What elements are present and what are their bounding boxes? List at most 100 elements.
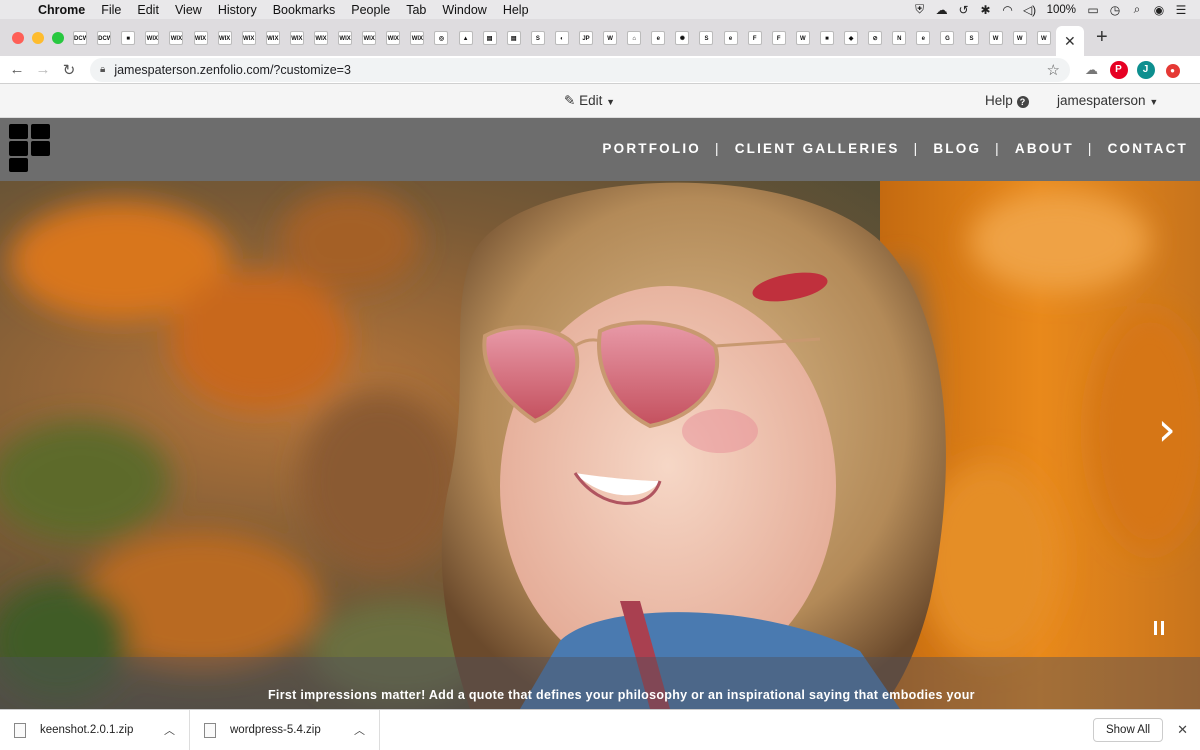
browser-tab[interactable]: F xyxy=(743,25,767,51)
extension-pinterest-icon[interactable]: P xyxy=(1105,60,1132,79)
menu-help[interactable]: Help xyxy=(495,3,537,17)
browser-tab[interactable]: WIX xyxy=(405,25,429,51)
browser-tab[interactable]: W xyxy=(984,25,1008,51)
notification-center-icon[interactable]: ☰ xyxy=(1170,3,1192,17)
nav-client-galleries[interactable]: CLIENT GALLERIES xyxy=(735,141,900,156)
shield-icon[interactable]: ⛨ xyxy=(909,2,931,17)
menu-tab[interactable]: Tab xyxy=(398,3,434,17)
download-item[interactable]: wordpress-5.4.zip ︿ xyxy=(190,709,380,750)
battery-icon[interactable]: ▭ xyxy=(1082,3,1104,17)
browser-tab[interactable]: e xyxy=(911,25,935,51)
browser-tab[interactable]: ▤ xyxy=(478,25,502,51)
browser-tab[interactable]: WIX xyxy=(357,25,381,51)
browser-tab[interactable]: WIX xyxy=(164,25,188,51)
bluetooth-icon[interactable]: ✱ xyxy=(975,3,997,17)
chevron-up-icon[interactable]: ︿ xyxy=(164,722,175,738)
menu-people[interactable]: People xyxy=(343,3,398,17)
browser-tab[interactable]: ▤ xyxy=(502,25,526,51)
nav-about[interactable]: ABOUT xyxy=(1015,141,1074,156)
browser-tab[interactable]: ◆ xyxy=(839,25,863,51)
profile-avatar[interactable]: J xyxy=(1132,60,1159,79)
spotlight-search-icon[interactable]: ⌕ xyxy=(1126,2,1148,17)
minimize-window-button[interactable] xyxy=(32,31,44,44)
menu-file[interactable]: File xyxy=(93,3,129,17)
edit-menu-button[interactable]: ✎ Edit ▼ xyxy=(564,93,615,109)
next-slide-chevron-icon[interactable]: › xyxy=(1158,406,1176,452)
browser-tab[interactable]: G xyxy=(935,25,959,51)
close-tab-icon[interactable]: ✕ xyxy=(1064,33,1076,50)
volume-icon[interactable]: ◁) xyxy=(1019,3,1041,17)
nav-contact[interactable]: CONTACT xyxy=(1108,141,1188,156)
menu-history[interactable]: History xyxy=(210,3,265,17)
menu-bookmarks[interactable]: Bookmarks xyxy=(265,3,344,17)
user-account-menu[interactable]: jamespaterson ▼ xyxy=(1057,93,1158,108)
browser-tab[interactable]: DCW xyxy=(92,25,116,51)
address-bar[interactable]: 🔒︎ jamespaterson.zenfolio.com/?customize… xyxy=(90,57,1070,82)
tab-favicon-icon: ◎ xyxy=(434,30,449,45)
time-machine-icon[interactable]: ↺ xyxy=(953,3,975,17)
active-tab[interactable]: ✕ xyxy=(1055,26,1084,56)
browser-tab[interactable]: ◐ xyxy=(550,25,574,51)
browser-tab[interactable]: WIX xyxy=(237,25,261,51)
browser-tab[interactable]: S xyxy=(694,25,718,51)
url-text[interactable]: jamespaterson.zenfolio.com/?customize=3 xyxy=(114,63,1046,77)
help-button[interactable]: Help ? xyxy=(985,93,1029,108)
browser-tab[interactable]: e xyxy=(646,25,670,51)
browser-tab[interactable]: W xyxy=(1008,25,1032,51)
browser-tab[interactable]: ◎ xyxy=(429,25,453,51)
browser-tab[interactable]: WIX xyxy=(285,25,309,51)
browser-tab[interactable]: WIX xyxy=(381,25,405,51)
menu-window[interactable]: Window xyxy=(434,3,494,17)
nav-blog[interactable]: BLOG xyxy=(933,141,981,156)
wifi-icon[interactable]: ◠ xyxy=(997,3,1019,17)
browser-tab[interactable]: ■ xyxy=(815,25,839,51)
menu-edit[interactable]: Edit xyxy=(129,3,167,17)
chevron-up-icon[interactable]: ︿ xyxy=(354,722,365,738)
browser-tab[interactable]: JP xyxy=(574,25,598,51)
browser-tab[interactable]: ⌂ xyxy=(622,25,646,51)
browser-tab[interactable]: ⊘ xyxy=(863,25,887,51)
browser-tab[interactable]: W xyxy=(1032,25,1056,51)
maximize-window-button[interactable] xyxy=(52,31,64,44)
forward-icon[interactable]: → xyxy=(30,61,56,78)
browser-tab[interactable]: W xyxy=(791,25,815,51)
tab-strip: DCW DCW ■ WIX WIX WIX WIX WIX WIX WIX WIX WIX WIX WIX… xyxy=(0,19,1200,56)
new-tab-button[interactable]: + xyxy=(1084,26,1120,49)
pause-slideshow-icon[interactable] xyxy=(1154,621,1164,635)
browser-tab[interactable]: e xyxy=(719,25,743,51)
menu-chrome[interactable]: Chrome xyxy=(30,3,93,17)
browser-tab[interactable]: WIX xyxy=(333,25,357,51)
site-logo[interactable] xyxy=(9,124,53,172)
siri-icon[interactable]: ◉ xyxy=(1148,3,1170,17)
download-item[interactable]: keenshot.2.0.1.zip ︿ xyxy=(0,709,190,750)
browser-tab[interactable]: ✺ xyxy=(670,25,694,51)
browser-tab[interactable]: WIX xyxy=(188,25,212,51)
browser-tab[interactable]: WIX xyxy=(309,25,333,51)
battery-percent[interactable]: 100% xyxy=(1041,4,1082,16)
browser-tab[interactable]: S xyxy=(526,25,550,51)
browser-tab[interactable]: S xyxy=(959,25,983,51)
browser-tab[interactable]: DCW xyxy=(68,25,92,51)
browser-tab[interactable]: WIX xyxy=(213,25,237,51)
menu-view[interactable]: View xyxy=(167,3,210,17)
reload-icon[interactable]: ↻ xyxy=(56,61,82,79)
browser-tab[interactable]: ■ xyxy=(116,25,140,51)
cloud-icon[interactable]: ☁ xyxy=(931,3,953,17)
browser-tab[interactable]: WIX xyxy=(140,25,164,51)
tab-favicon-icon: WIX xyxy=(217,30,232,45)
close-icon[interactable]: ✕ xyxy=(1177,722,1188,738)
lock-icon[interactable]: 🔒︎ xyxy=(100,64,105,75)
browser-tab[interactable]: N xyxy=(887,25,911,51)
nav-portfolio[interactable]: PORTFOLIO xyxy=(602,141,701,156)
clock-icon[interactable]: ◷ xyxy=(1104,3,1126,17)
browser-tab[interactable]: W xyxy=(598,25,622,51)
browser-tab[interactable]: WIX xyxy=(261,25,285,51)
back-icon[interactable]: ← xyxy=(4,61,30,78)
extension-red-icon[interactable]: ● xyxy=(1159,61,1186,78)
browser-tab[interactable]: F xyxy=(767,25,791,51)
extension-cloud-icon[interactable]: ☁ xyxy=(1078,62,1105,78)
browser-tab[interactable]: ▲ xyxy=(454,25,478,51)
close-window-button[interactable] xyxy=(12,31,24,44)
show-all-downloads-button[interactable]: Show All xyxy=(1092,718,1164,742)
bookmark-star-icon[interactable]: ☆ xyxy=(1047,61,1060,79)
